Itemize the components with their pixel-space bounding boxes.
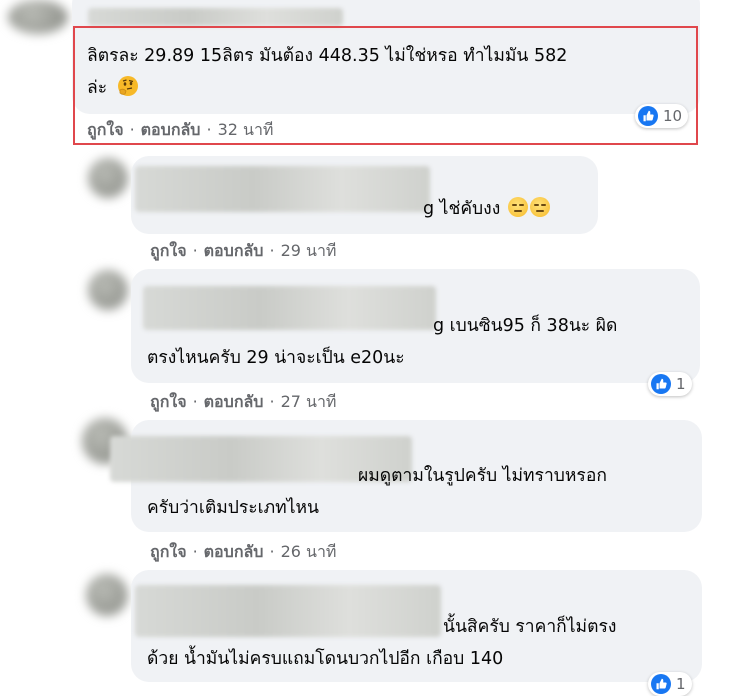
comment-meta: ถูกใจ · ตอบกลับ · 32 นาที xyxy=(87,118,273,143)
like-link[interactable]: ถูกใจ xyxy=(87,120,124,139)
reply-link[interactable]: ตอบกลับ xyxy=(141,120,201,139)
comment-line: g เบนซิน95 ก็ 38นะ ผิด xyxy=(433,316,618,336)
comment-line: ล่ะ xyxy=(87,72,567,104)
reaction-count: 1 xyxy=(676,375,686,393)
reply-link[interactable]: ตอบกลับ xyxy=(204,241,264,260)
like-link[interactable]: ถูกใจ xyxy=(150,241,187,260)
neutral-face-icon xyxy=(529,197,550,217)
comment-line: ครับว่าเติมประเภทไหน xyxy=(147,498,320,518)
comment-time[interactable]: 26 นาที xyxy=(281,542,337,561)
comment-line: g ไช่คับงง xyxy=(423,199,501,219)
like-link[interactable]: ถูกใจ xyxy=(150,542,187,561)
like-icon xyxy=(651,374,671,394)
comment-time[interactable]: 32 นาที xyxy=(218,120,274,139)
reaction-count: 10 xyxy=(663,107,683,125)
separator: · xyxy=(192,241,198,260)
separator: · xyxy=(269,542,275,561)
comment-meta: ถูกใจ · ตอบกลับ · 29 นาที xyxy=(150,239,336,264)
commenter-name[interactable] xyxy=(135,166,430,212)
comment-text: นั้นสิครับ ราคาก็ไม่ตรง ด้วย น้ำมันไม่คร… xyxy=(147,611,616,675)
separator: · xyxy=(192,542,198,561)
separator: · xyxy=(206,120,212,139)
like-icon xyxy=(638,106,658,126)
avatar[interactable] xyxy=(86,574,128,616)
comment-line: นั้นสิครับ ราคาก็ไม่ตรง xyxy=(443,617,617,637)
avatar[interactable] xyxy=(8,0,68,34)
comment-text: ลิตรละ 29.89 15ลิตร มันต้อง 448.35 ไม่ใช… xyxy=(87,40,567,104)
separator: · xyxy=(269,392,275,411)
comment-line: ด้วย น้ำมันไม่ครบแถมโดนบวกไปอีก เกือบ 14… xyxy=(147,649,504,669)
comment-meta: ถูกใจ · ตอบกลับ · 27 นาที xyxy=(150,390,336,415)
reaction-badge[interactable]: 1 xyxy=(648,672,692,696)
separator: · xyxy=(192,392,198,411)
comment-time[interactable]: 27 นาที xyxy=(281,392,337,411)
comment-line: ตรงไหนครับ 29 น่าจะเป็น e20นะ xyxy=(147,348,405,368)
avatar[interactable] xyxy=(88,158,128,198)
avatar[interactable] xyxy=(88,270,128,310)
comment-meta: ถูกใจ · ตอบกลับ · 26 นาที xyxy=(150,540,336,565)
comment-text: g ไช่คับงง xyxy=(423,193,550,225)
comment-text: g เบนซิน95 ก็ 38นะ ผิด ตรงไหนครับ 29 น่า… xyxy=(147,310,617,374)
neutral-face-icon xyxy=(507,197,528,217)
like-link[interactable]: ถูกใจ xyxy=(150,392,187,411)
comment-text: ผมดูตามในรูปครับ ไม่ทราบหรอก ครับว่าเติม… xyxy=(147,460,607,524)
comment-line: ผมดูตามในรูปครับ ไม่ทราบหรอก xyxy=(358,466,607,486)
comment-time[interactable]: 29 นาที xyxy=(281,241,337,260)
reply-link[interactable]: ตอบกลับ xyxy=(204,542,264,561)
reaction-badge[interactable]: 10 xyxy=(635,104,689,128)
reply-link[interactable]: ตอบกลับ xyxy=(204,392,264,411)
separator: · xyxy=(129,120,135,139)
reaction-badge[interactable]: 1 xyxy=(648,372,692,396)
thinking-face-icon xyxy=(117,76,138,96)
reaction-count: 1 xyxy=(676,675,686,693)
separator: · xyxy=(269,241,275,260)
commenter-name[interactable] xyxy=(88,8,343,26)
like-icon xyxy=(651,674,671,694)
comment-line: ลิตรละ 29.89 15ลิตร มันต้อง 448.35 ไม่ใช… xyxy=(87,46,568,66)
